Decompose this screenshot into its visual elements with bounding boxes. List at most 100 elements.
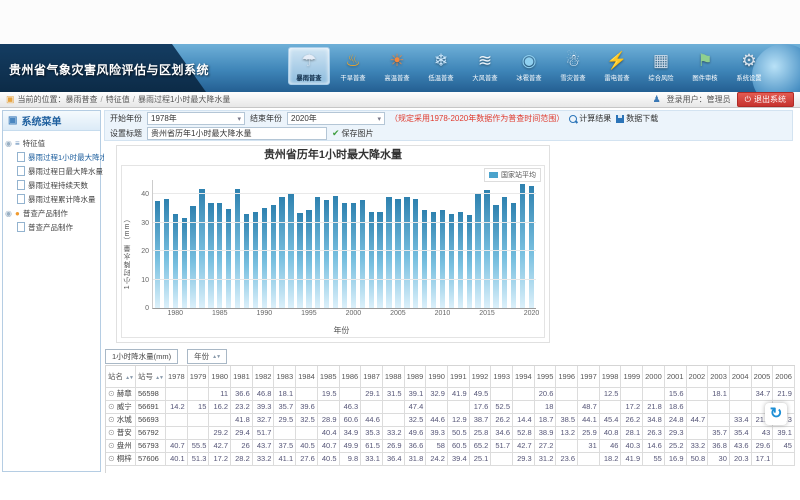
column-header-year[interactable]: 2005 — [751, 366, 773, 387]
bar-1995[interactable] — [306, 210, 311, 308]
column-header-year[interactable]: 2006 — [773, 366, 795, 387]
bar-1990[interactable] — [262, 208, 267, 308]
bar-1979[interactable] — [164, 199, 169, 308]
nav-item-snow[interactable]: ☃雪灾普查 — [552, 47, 594, 85]
nav-item-cold[interactable]: ❄低温普查 — [420, 47, 462, 85]
station-name-cell[interactable]: ⊙盘州 — [106, 439, 136, 452]
column-header-year[interactable]: 1991 — [447, 366, 469, 387]
bar-2006[interactable] — [404, 197, 409, 308]
bar-2010[interactable] — [440, 210, 445, 308]
bar-2009[interactable] — [431, 212, 436, 308]
bar-2011[interactable] — [449, 214, 454, 308]
tree-item[interactable]: 暴雨过程1小时最大降水量 — [5, 150, 98, 164]
column-header-year[interactable]: 1994 — [513, 366, 535, 387]
column-header-year[interactable]: 1993 — [491, 366, 513, 387]
column-header-station-name[interactable]: 站名 ▲▼ — [106, 366, 136, 387]
sort-icons[interactable]: ▲▼ — [125, 375, 133, 381]
nav-item-wind[interactable]: ≋大风普查 — [464, 47, 506, 85]
bar-1985[interactable] — [217, 203, 222, 308]
breadcrumb-item[interactable]: 暴雨过程1小时最大降水量 — [138, 94, 230, 105]
column-header-year[interactable]: 2007 — [794, 366, 795, 387]
tree-toggle-icon[interactable]: ◉ — [5, 209, 12, 218]
column-header-year[interactable]: 1979 — [187, 366, 209, 387]
bar-1986[interactable] — [226, 209, 231, 308]
tree-group-product-making[interactable]: ◉●普查产品制作 — [5, 206, 98, 220]
calculate-button[interactable]: 计算结果 — [569, 113, 611, 124]
chart-legend[interactable]: 国家站平均 — [484, 168, 541, 182]
bar-2017[interactable] — [502, 197, 507, 308]
column-header-year[interactable]: 1996 — [556, 366, 578, 387]
column-header-year[interactable]: 1990 — [426, 366, 448, 387]
bar-1987[interactable] — [235, 189, 240, 308]
bar-2012[interactable] — [458, 212, 463, 308]
radio-icon[interactable]: ⊙ — [108, 441, 115, 450]
bar-2020[interactable] — [529, 186, 534, 308]
chart-title-input[interactable]: 贵州省历年1小时最大降水量 — [147, 127, 327, 140]
download-button[interactable]: 数据下载 — [616, 113, 658, 124]
nav-item-drought[interactable]: ♨干旱普查 — [332, 47, 374, 85]
radio-icon[interactable]: ⊙ — [108, 454, 115, 463]
station-name-cell[interactable]: ⊙普安 — [106, 426, 136, 439]
nav-item-risk[interactable]: ▦综合风险 — [640, 47, 682, 85]
column-header-year[interactable]: 1987 — [361, 366, 383, 387]
station-name-cell[interactable]: ⊙桐梓 — [106, 452, 136, 465]
column-header-year[interactable]: 2003 — [708, 366, 730, 387]
bar-1989[interactable] — [253, 212, 258, 308]
bar-1994[interactable] — [297, 213, 302, 308]
radio-icon[interactable]: ⊙ — [108, 402, 115, 411]
column-header-year[interactable]: 1995 — [534, 366, 556, 387]
bar-2018[interactable] — [511, 203, 516, 308]
nav-item-hail[interactable]: ◉冰雹普查 — [508, 47, 550, 85]
tree-item[interactable]: 暴雨过程累计降水量 — [5, 192, 98, 206]
breadcrumb-item[interactable]: 暴雨普查 — [66, 94, 98, 105]
bar-2008[interactable] — [422, 210, 427, 308]
measure-chip[interactable]: 1小时降水量(mm) — [105, 349, 178, 364]
breadcrumb-item[interactable]: 特征值 — [106, 94, 130, 105]
bar-1991[interactable] — [271, 205, 276, 308]
column-header-year[interactable]: 1985 — [317, 366, 339, 387]
column-header-year[interactable]: 1997 — [578, 366, 600, 387]
bar-2016[interactable] — [493, 205, 498, 308]
radio-icon[interactable]: ⊙ — [108, 428, 115, 437]
radio-icon[interactable]: ⊙ — [108, 415, 115, 424]
column-header-year[interactable]: 1980 — [209, 366, 231, 387]
bar-2013[interactable] — [467, 215, 472, 308]
nav-item-lightning[interactable]: ⚡雷电普查 — [596, 47, 638, 85]
column-header-year[interactable]: 1982 — [252, 366, 274, 387]
column-header-year[interactable]: 1981 — [231, 366, 253, 387]
nav-item-heat[interactable]: ☀高温普查 — [376, 47, 418, 85]
start-year-select[interactable]: 1978年 ▾ — [147, 112, 245, 125]
column-header-station-id[interactable]: 站号 ▲▼ — [136, 366, 166, 387]
column-header-year[interactable]: 1984 — [296, 366, 318, 387]
bar-1980[interactable] — [173, 214, 178, 308]
bar-1984[interactable] — [208, 203, 213, 308]
station-name-cell[interactable]: ⊙水城 — [106, 413, 136, 426]
bar-1996[interactable] — [315, 197, 320, 308]
bar-2000[interactable] — [351, 203, 356, 308]
tree-item[interactable]: 暴雨过程持续天数 — [5, 178, 98, 192]
tree-toggle-icon[interactable]: ◉ — [5, 139, 12, 148]
bar-1992[interactable] — [279, 197, 284, 309]
bar-1981[interactable] — [182, 218, 187, 308]
radio-icon[interactable]: ⊙ — [108, 389, 115, 398]
nav-item-settings[interactable]: ⚙系统设置 — [728, 47, 770, 85]
year-field-chip[interactable]: 年份 ▲▼ — [187, 349, 227, 364]
column-header-year[interactable]: 1978 — [166, 366, 188, 387]
bar-2007[interactable] — [413, 199, 418, 308]
column-header-year[interactable]: 1986 — [339, 366, 361, 387]
bar-2002[interactable] — [369, 212, 374, 308]
bar-2001[interactable] — [360, 200, 365, 308]
bar-1998[interactable] — [333, 196, 338, 308]
bar-2005[interactable] — [395, 199, 400, 308]
bar-2015[interactable] — [484, 190, 489, 308]
tree-item[interactable]: 暴雨过程日最大降水量 — [5, 164, 98, 178]
bar-1978[interactable] — [155, 201, 160, 308]
column-header-year[interactable]: 1983 — [274, 366, 296, 387]
column-header-year[interactable]: 1999 — [621, 366, 643, 387]
bar-2003[interactable] — [377, 212, 382, 308]
column-header-year[interactable]: 1988 — [382, 366, 404, 387]
column-header-year[interactable]: 2002 — [686, 366, 708, 387]
column-header-year[interactable]: 1992 — [469, 366, 491, 387]
bar-1983[interactable] — [199, 189, 204, 308]
logout-button[interactable]: ⏻ 退出系统 — [737, 92, 794, 107]
